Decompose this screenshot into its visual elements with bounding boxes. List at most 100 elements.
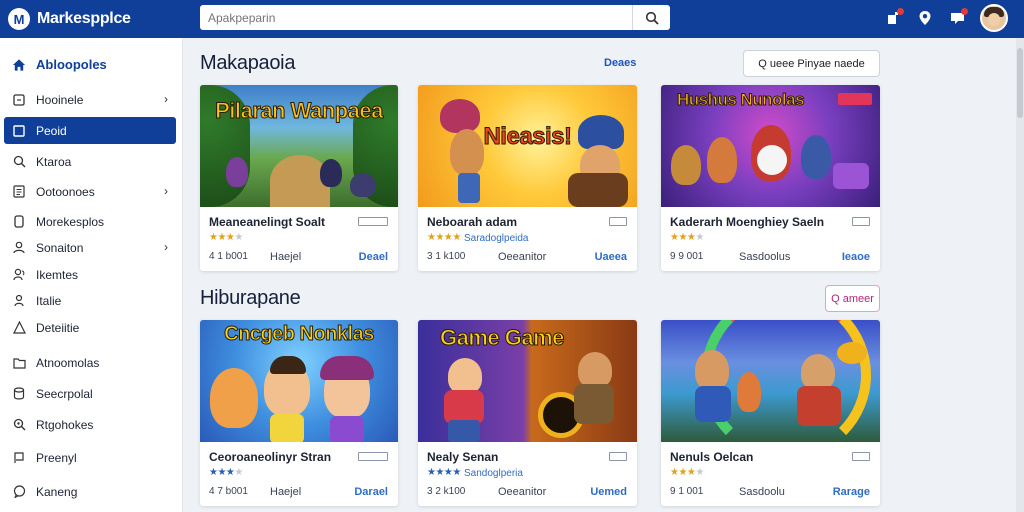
top-navigation-bar: M Markespplce <box>0 0 1024 38</box>
list-icon <box>12 185 26 199</box>
sidebar-item-label: Peoid <box>36 123 67 138</box>
square-icon <box>12 124 26 138</box>
search-input[interactable] <box>200 5 632 30</box>
folder-icon <box>12 356 26 370</box>
people-icon <box>12 268 26 282</box>
sidebar-item-11[interactable]: Seecrpolal <box>4 380 176 407</box>
bookmark-icon <box>12 215 26 229</box>
game-name: Nealy Senan <box>427 450 499 464</box>
sidebar-item-12[interactable]: Rtgohokes <box>4 411 176 438</box>
brand-logo-icon: M <box>8 8 30 30</box>
notification-dot <box>897 8 904 15</box>
card-action-link[interactable]: Rarage <box>833 486 870 498</box>
sidebar-item-6[interactable]: Sonaiton › <box>4 234 176 261</box>
sidebar-item-1[interactable]: Hooinele › <box>4 86 176 113</box>
game-card[interactable]: Hushus Nunolas Kaderarh Moenghiey Saeln … <box>661 85 880 271</box>
sidebar-item-label: Ikemtes <box>36 267 79 282</box>
brand[interactable]: M Markespplce <box>8 8 198 30</box>
user-avatar[interactable] <box>980 4 1008 32</box>
game-meta: 3 1 k100 <box>427 251 466 262</box>
filter-button[interactable]: Q ueee Pinyae naede <box>743 50 880 77</box>
sidebar-item-14[interactable]: Kaneng <box>4 478 176 505</box>
sidebar-item-9[interactable]: Deteiitie <box>4 314 176 341</box>
game-thumbnail: Cncgeb Nonklas <box>200 320 398 442</box>
sidebar-item-13[interactable]: Preenyl <box>4 444 176 471</box>
section-title: Hiburapane <box>200 287 301 309</box>
home-icon <box>12 58 26 72</box>
message-icon[interactable] <box>948 8 968 27</box>
sidebar-item-label: Seecrpolal <box>36 386 93 401</box>
location-pin-icon[interactable] <box>916 9 934 27</box>
square-icon <box>12 93 26 107</box>
filter-button[interactable]: Q ameer <box>825 285 880 312</box>
game-art-title: Cncgeb Nonklas <box>224 323 375 345</box>
developer-name: Sasdoolu <box>739 486 785 498</box>
game-card[interactable]: Pilaran Wanpaea Meaneanelingt Soalt ★★★★… <box>200 85 398 271</box>
game-card[interactable]: Cncgeb Nonklas Ceoroaneolinyr Stran ★★★★… <box>200 320 398 506</box>
top-icons <box>884 4 1008 32</box>
sidebar: Abloopoles Hooinele › Peoid Ktaroa Ootoo… <box>0 38 183 512</box>
sidebar-item-10[interactable]: Atnoomolas <box>4 349 176 376</box>
game-thumbnail <box>661 320 880 442</box>
sidebar-item-label: Italie <box>36 293 62 308</box>
sidebar-item-0[interactable]: Abloopoles <box>4 51 176 78</box>
game-art-title: Nieasis! <box>483 123 573 150</box>
notification-icon[interactable] <box>884 8 904 27</box>
game-name: Neboarah adam <box>427 215 518 229</box>
card-action-link[interactable]: Ieaoe <box>842 251 870 263</box>
sidebar-item-8[interactable]: Italie <box>4 287 176 314</box>
game-meta: 3 2 k100 <box>427 486 466 497</box>
search-icon <box>12 155 26 169</box>
developer-name: Haejel <box>270 251 302 263</box>
game-thumbnail: Pilaran Wanpaea <box>200 85 398 207</box>
database-icon <box>12 387 26 401</box>
card-action-link[interactable]: Uemed <box>590 486 627 498</box>
game-name: Nenuls Oelcan <box>670 450 754 464</box>
game-genre: Sandoglperia <box>464 468 523 479</box>
sidebar-item-5[interactable]: Morekesplos <box>4 208 176 235</box>
game-card[interactable]: Nieasis! Neboarah adam ★★★★ Saradoglpeid… <box>418 85 637 271</box>
game-name: Meaneanelingt Soalt <box>209 215 326 229</box>
scrollbar-thumb[interactable] <box>1017 48 1023 118</box>
search-icon <box>645 11 659 25</box>
card-action-link[interactable]: Deael <box>359 251 388 263</box>
game-meta: 9 9 001 <box>670 251 704 262</box>
sidebar-item-4[interactable]: Ootoonoes › <box>4 178 176 205</box>
rating-stars: ★★★★ <box>427 232 461 243</box>
see-all-link[interactable]: Deaes <box>604 57 636 69</box>
sidebar-item-label: Abloopoles <box>36 57 107 72</box>
chevron-right-icon: › <box>164 184 168 198</box>
card-action-link[interactable]: Darael <box>354 486 388 498</box>
person-icon <box>12 294 26 308</box>
game-meta: 9 1 001 <box>670 486 704 497</box>
sidebar-item-3[interactable]: Ktaroa <box>4 148 176 175</box>
platform-badge <box>358 217 388 226</box>
game-thumbnail: Nieasis! <box>418 85 637 207</box>
card-action-link[interactable]: Uaeea <box>595 251 627 263</box>
sidebar-item-label: Deteiitie <box>36 320 80 335</box>
chat-icon <box>12 485 26 499</box>
brand-name: Markespplce <box>37 10 131 27</box>
developer-name: Haejel <box>270 486 302 498</box>
platform-badge <box>358 452 388 461</box>
sidebar-item-label: Morekesplos <box>36 214 105 229</box>
game-thumbnail: Game Game <box>418 320 637 442</box>
scrollbar[interactable] <box>1016 38 1024 512</box>
user-icon <box>12 241 26 255</box>
game-name: Kaderarh Moenghiey Saeln <box>670 215 825 229</box>
game-card[interactable]: Nenuls Oelcan ★★★★ 9 1 001 Sasdoolu Rara… <box>661 320 880 506</box>
chevron-right-icon: › <box>164 92 168 106</box>
game-art-title: Pilaran Wanpaea <box>215 98 384 123</box>
sidebar-item-label: Ktaroa <box>36 154 72 169</box>
game-genre: Saradoglpeida <box>464 233 529 244</box>
sidebar-item-label: Preenyl <box>36 450 77 465</box>
game-art-title: Game Game <box>440 325 565 350</box>
sidebar-item-2[interactable]: Peoid <box>4 117 176 144</box>
sidebar-item-7[interactable]: Ikemtes <box>4 261 176 288</box>
game-card[interactable]: Game Game Nealy Senan ★★★★ Sandoglperia … <box>418 320 637 506</box>
platform-badge <box>852 217 870 226</box>
magnifier-icon <box>12 418 26 432</box>
search-button[interactable] <box>632 5 670 30</box>
chevron-right-icon: › <box>164 240 168 254</box>
sidebar-item-label: Hooinele <box>36 92 84 107</box>
